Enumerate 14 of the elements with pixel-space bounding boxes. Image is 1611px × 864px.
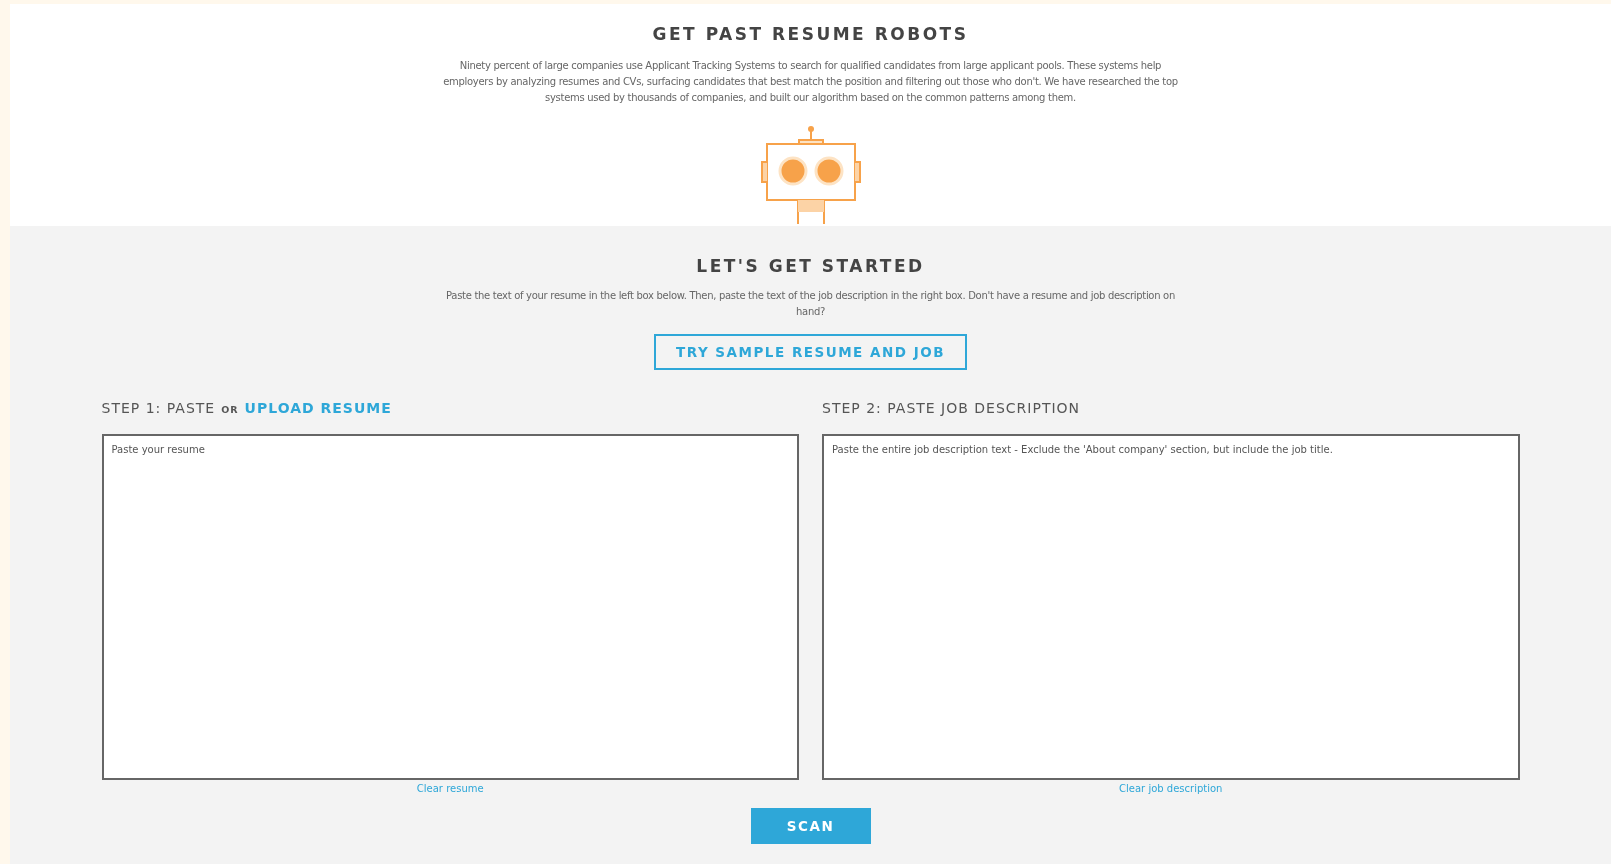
step-label: STEP 2: PASTE JOB DESCRIPTION — [822, 400, 1081, 416]
step-label: STEP 1: PASTE — [101, 400, 216, 416]
or-label: OR — [221, 404, 239, 415]
text-area[interactable]: Paste the entire job description text - Exclude the 'About company' section, but include the job title. — [822, 434, 1520, 780]
clear-link[interactable]: Clear job description — [1119, 783, 1223, 794]
instructions-paragraph: Paste the text of your resume in the left box below. Then, paste the text of the job description in the right box. Don't have a resume and job description on hand? — [445, 289, 1176, 319]
intro-paragraph: Ninety percent of large companies use Applicant Tracking Systems to search for qualified candidates from large applicant pools. These systems help employers by analyzing resumes and CVs, surfacing candidates that best match the position and filtering out those who don't. We have researched the top systems used by thousands of companies, and built our algorithm based on the common patterns among them. — [442, 59, 1179, 105]
clear-link[interactable]: Clear resume — [416, 783, 484, 794]
sample-button[interactable]: TRY SAMPLE RESUME AND JOB — [654, 334, 967, 370]
section-title: LET'S GET STARTED — [696, 256, 925, 276]
upload-link[interactable]: UPLOAD RESUME — [244, 400, 392, 416]
text-area[interactable]: Paste your resume — [101, 434, 799, 780]
scan-button[interactable]: SCAN — [750, 808, 871, 844]
section-title: GET PAST RESUME ROBOTS — [652, 24, 969, 44]
